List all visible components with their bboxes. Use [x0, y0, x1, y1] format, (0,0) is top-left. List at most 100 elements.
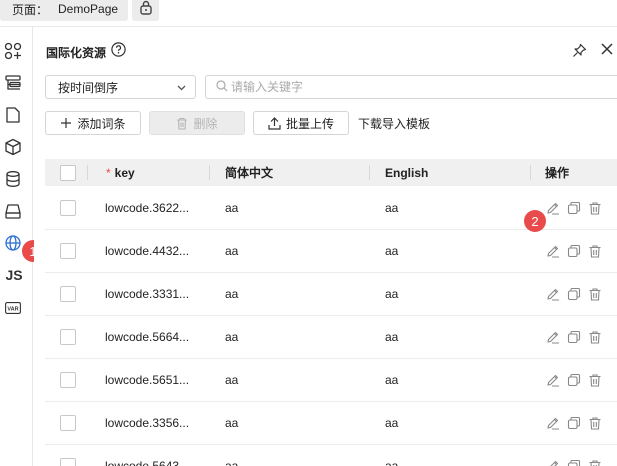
table-row: lowcode.3356... aa aa: [45, 402, 617, 445]
copy-icon[interactable]: [565, 328, 582, 345]
edit-icon[interactable]: [544, 199, 561, 216]
close-icon[interactable]: [600, 42, 614, 59]
copy-icon[interactable]: [565, 371, 582, 388]
search-icon: [216, 79, 228, 95]
edit-icon[interactable]: [544, 242, 561, 259]
js-icon[interactable]: JS: [5, 266, 23, 284]
copy-icon[interactable]: [565, 457, 582, 466]
trash-icon: [177, 117, 188, 130]
trash-icon[interactable]: [586, 414, 603, 431]
outline-tree-icon[interactable]: [4, 74, 22, 92]
row-checkbox[interactable]: [60, 200, 76, 216]
chevron-down-icon: [176, 82, 187, 96]
panel-title: 国际化资源: [46, 46, 107, 60]
search-input[interactable]: [231, 80, 531, 94]
column-header-ops: 操作: [545, 166, 570, 180]
required-marker: *: [106, 165, 111, 180]
trash-icon[interactable]: [586, 242, 603, 259]
add-entry-label: 添加词条: [77, 116, 126, 131]
zh-cell: aa: [225, 244, 239, 258]
trash-icon[interactable]: [586, 457, 603, 466]
row-checkbox[interactable]: [60, 243, 76, 259]
i18n-panel: 国际化资源 按时间倒序 添加词条 删除 批量上传 下载导入模板: [34, 27, 617, 466]
key-cell: lowcode.3356...: [105, 416, 190, 430]
lock-icon: [139, 0, 153, 18]
column-header-en: English: [385, 165, 429, 180]
en-cell: aa: [385, 244, 399, 258]
row-checkbox[interactable]: [60, 329, 76, 345]
edit-icon[interactable]: [544, 457, 561, 466]
delete-label: 删除: [193, 116, 218, 131]
lock-button[interactable]: [132, 0, 159, 21]
trash-icon[interactable]: [586, 285, 603, 302]
column-header-zh: 简体中文: [225, 166, 274, 180]
row-actions: [544, 457, 603, 466]
column-divider: [530, 165, 531, 180]
add-entry-button[interactable]: 添加词条: [45, 111, 141, 135]
edit-icon[interactable]: [544, 371, 561, 388]
page-name: DemoPage: [58, 2, 119, 16]
row-actions: [544, 414, 603, 431]
select-all-checkbox[interactable]: [60, 164, 76, 181]
storage-icon[interactable]: [4, 202, 22, 220]
trash-icon[interactable]: [586, 371, 603, 388]
en-cell: aa: [385, 287, 399, 301]
row-checkbox[interactable]: [60, 458, 76, 466]
page-label: 页面：: [12, 2, 49, 17]
row-actions: [544, 371, 603, 388]
key-cell: lowcode.3331...: [105, 287, 190, 301]
table-row: lowcode.5651... aa aa: [45, 359, 617, 402]
pin-icon[interactable]: [572, 43, 587, 61]
row-actions: [544, 285, 603, 302]
svg-text:VAR: VAR: [7, 306, 18, 312]
select-all-cell[interactable]: [60, 159, 76, 186]
edit-icon[interactable]: [544, 328, 561, 345]
trash-icon[interactable]: [586, 328, 603, 345]
column-divider: [87, 165, 88, 180]
column-divider: [369, 165, 370, 180]
globe-icon[interactable]: [4, 234, 22, 252]
help-icon[interactable]: [111, 42, 126, 60]
components-icon[interactable]: [4, 42, 22, 60]
row-checkbox[interactable]: [60, 415, 76, 431]
row-checkbox[interactable]: [60, 286, 76, 302]
table-row: lowcode.4432... aa aa: [45, 230, 617, 273]
database-icon[interactable]: [4, 170, 22, 188]
copy-icon[interactable]: [565, 199, 582, 216]
page-icon[interactable]: [4, 106, 22, 124]
search-field[interactable]: [205, 75, 617, 99]
zh-cell: aa: [225, 287, 239, 301]
row-actions: [544, 199, 603, 216]
key-cell: lowcode.5664...: [105, 330, 190, 344]
edit-icon[interactable]: [544, 285, 561, 302]
download-template-link[interactable]: 下载导入模板: [358, 111, 430, 135]
key-cell: lowcode.5651...: [105, 373, 190, 387]
copy-icon[interactable]: [565, 414, 582, 431]
zh-cell: aa: [225, 330, 239, 344]
key-cell: lowcode.4432...: [105, 244, 190, 258]
en-cell: aa: [385, 330, 399, 344]
row-checkbox[interactable]: [60, 372, 76, 388]
trash-icon[interactable]: [586, 199, 603, 216]
sort-select[interactable]: 按时间倒序: [45, 75, 196, 99]
row-actions: [544, 242, 603, 259]
var-icon[interactable]: VAR: [4, 299, 22, 317]
table-header: * key 简体中文 English 操作: [45, 159, 617, 186]
zh-cell: aa: [225, 201, 239, 215]
edit-icon[interactable]: [544, 414, 561, 431]
key-cell: lowcode.5643...: [105, 459, 190, 466]
copy-icon[interactable]: [565, 242, 582, 259]
upload-icon: [268, 116, 281, 130]
en-cell: aa: [385, 459, 399, 466]
page-selector[interactable]: 页面： DemoPage: [0, 0, 129, 21]
zh-cell: aa: [225, 373, 239, 387]
en-cell: aa: [385, 373, 399, 387]
batch-upload-button[interactable]: 批量上传: [253, 111, 349, 135]
delete-button[interactable]: 删除: [149, 111, 245, 135]
copy-icon[interactable]: [565, 285, 582, 302]
annotation-badge-2: 2: [524, 210, 546, 232]
column-divider: [209, 165, 210, 180]
zh-cell: aa: [225, 459, 239, 466]
en-cell: aa: [385, 416, 399, 430]
cube-icon[interactable]: [4, 138, 22, 156]
